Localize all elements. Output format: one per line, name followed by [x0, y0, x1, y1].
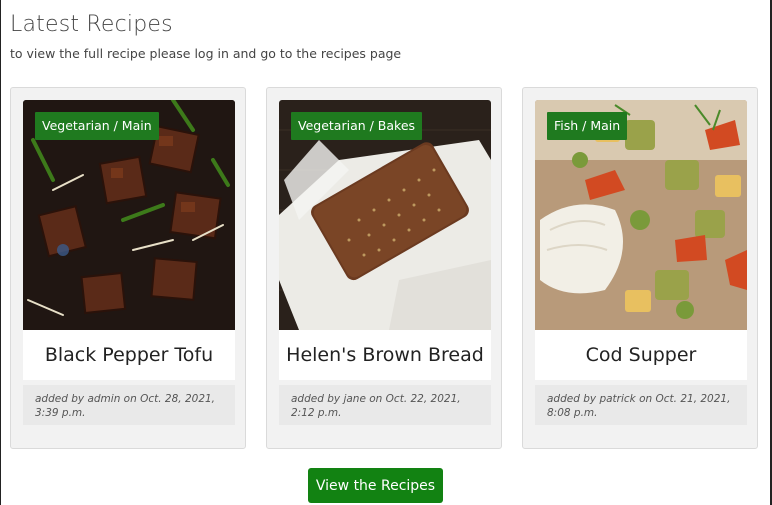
recipe-card[interactable]: Vegetarian / Main Black Pepper Tofu adde… — [10, 87, 246, 449]
section-title: Latest Recipes — [10, 12, 173, 37]
recipe-meta: added by jane on Oct. 22, 2021, 2:12 p.m… — [279, 385, 491, 425]
recipe-image[interactable]: Vegetarian / Bakes — [279, 100, 491, 330]
category-badge: Fish / Main — [547, 112, 628, 140]
view-recipes-button[interactable]: View the Recipes — [308, 468, 443, 503]
recipe-card[interactable]: Fish / Main Cod Supper added by patrick … — [522, 87, 758, 449]
category-badge: Vegetarian / Main — [35, 112, 159, 140]
recipe-title[interactable]: Cod Supper — [535, 330, 747, 380]
recipe-image[interactable]: Vegetarian / Main — [23, 100, 235, 330]
recipe-meta: added by admin on Oct. 28, 2021, 3:39 p.… — [23, 385, 235, 425]
recipe-meta: added by patrick on Oct. 21, 2021, 8:08 … — [535, 385, 747, 425]
window-border-left — [0, 0, 1, 505]
recipe-title[interactable]: Helen's Brown Bread — [279, 330, 491, 380]
category-badge: Vegetarian / Bakes — [291, 112, 423, 140]
section-subtitle: to view the full recipe please log in an… — [10, 46, 402, 61]
recipe-title[interactable]: Black Pepper Tofu — [23, 330, 235, 380]
recipe-card[interactable]: Vegetarian / Bakes Helen's Brown Bread a… — [266, 87, 502, 449]
recipe-image[interactable]: Fish / Main — [535, 100, 747, 330]
